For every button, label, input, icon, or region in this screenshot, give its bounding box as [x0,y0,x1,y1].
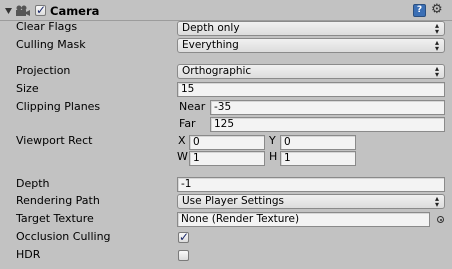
component-title: Camera [50,4,100,18]
dropdown-arrows-icon: ▴ ▾ [434,21,439,36]
near-label: Near [179,100,206,113]
clear-flags-label: Clear Flags [16,20,78,33]
culling-mask-value: Everything [182,39,239,51]
rendering-path-dropdown[interactable]: Use Player Settings ▴ ▾ [177,194,445,209]
foldout-arrow-icon[interactable] [5,8,12,14]
depth-label: Depth [16,177,50,190]
target-texture-object-field[interactable]: None (Render Texture) [177,212,430,227]
occlusion-culling-checkbox[interactable]: ✓ [178,230,190,244]
near-clip-input[interactable]: -35 [210,100,445,115]
viewport-x-input[interactable]: 0 [189,135,265,150]
camera-inspector-panel: ✓ Camera ? ⚙ Clear Flags Depth only ▴ ▾ C… [0,0,452,269]
hdr-label: HDR [16,248,41,261]
dropdown-arrows-icon: ▴ ▾ [434,194,439,209]
occlusion-culling-label: Occlusion Culling [16,230,111,243]
viewport-h-label: H [269,150,278,163]
help-book-icon[interactable]: ? [413,4,426,17]
rendering-path-value: Use Player Settings [182,195,285,207]
clipping-planes-label: Clipping Planes [16,100,101,113]
size-input[interactable]: 15 [177,82,445,97]
far-clip-input[interactable]: 125 [210,117,445,132]
camera-icon [16,5,30,16]
viewport-w-input[interactable]: 1 [189,151,265,166]
projection-dropdown[interactable]: Orthographic ▴ ▾ [177,64,445,79]
viewport-x-label: X [178,134,186,147]
viewport-rect-label: Viewport Rect [16,134,93,147]
rendering-path-label: Rendering Path [16,194,100,207]
hdr-checkbox[interactable] [178,250,189,261]
viewport-y-input[interactable]: 0 [280,135,356,150]
clear-flags-dropdown[interactable]: Depth only ▴ ▾ [177,21,445,36]
culling-mask-label: Culling Mask [16,38,86,51]
depth-input[interactable]: -1 [177,177,445,192]
viewport-w-label: W [177,150,188,163]
checkmark-icon: ✓ [179,230,190,244]
dropdown-arrows-icon: ▴ ▾ [434,38,439,53]
far-label: Far [179,117,196,130]
clear-flags-value: Depth only [182,22,240,34]
dropdown-arrows-icon: ▴ ▾ [434,64,439,79]
projection-value: Orthographic [182,65,252,77]
viewport-h-input[interactable]: 1 [280,151,356,166]
gear-icon[interactable]: ⚙ [431,2,443,18]
culling-mask-dropdown[interactable]: Everything ▴ ▾ [177,38,445,53]
object-picker-icon[interactable] [437,216,444,223]
viewport-y-label: Y [269,134,276,147]
projection-label: Projection [16,64,71,77]
size-label: Size [16,82,39,95]
checkmark-icon: ✓ [36,3,47,17]
component-enabled-checkbox[interactable]: ✓ [35,3,47,17]
target-texture-label: Target Texture [16,212,94,225]
